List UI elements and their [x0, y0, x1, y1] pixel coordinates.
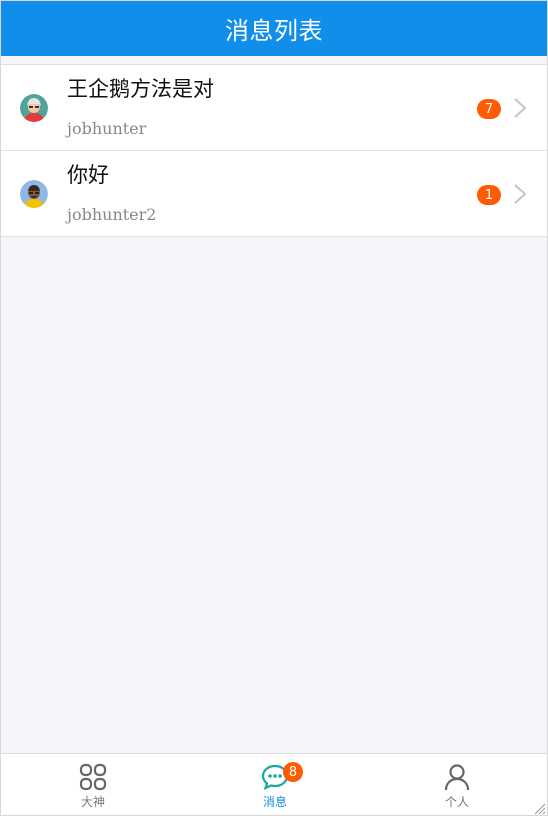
bottom-tab-bar: 大神 消息 8 个人 — [1, 753, 547, 815]
message-username: jobhunter2 — [67, 205, 157, 224]
unread-badge: 1 — [477, 185, 501, 205]
grid-icon — [79, 754, 107, 795]
chevron-right-icon — [512, 183, 528, 205]
message-item[interactable]: 王企鹅方法是对 jobhunter 7 — [1, 65, 547, 150]
tab-label: 个人 — [444, 795, 469, 809]
avatar — [20, 180, 48, 208]
page-title: 消息列表 — [1, 1, 547, 56]
unread-badge: 7 — [477, 99, 501, 119]
person-icon — [443, 754, 471, 795]
chevron-right-icon — [512, 97, 528, 119]
tab-label: 消息 — [262, 795, 287, 809]
message-username: jobhunter — [67, 119, 147, 138]
avatar — [20, 94, 48, 122]
resize-handle-icon[interactable] — [532, 800, 546, 815]
tab-messages[interactable]: 消息 8 — [235, 754, 315, 815]
tab-profile[interactable]: 个人 — [417, 754, 497, 815]
message-title: 王企鹅方法是对 — [67, 77, 214, 101]
tab-label: 大神 — [80, 795, 105, 809]
tab-dashen[interactable]: 大神 — [53, 754, 133, 815]
message-list: 王企鹅方法是对 jobhunter 7 你好 jobhunter2 1 — [1, 64, 547, 237]
message-item[interactable]: 你好 jobhunter2 1 — [1, 150, 547, 236]
message-title: 你好 — [67, 163, 109, 187]
app-frame: 消息列表 王企鹅方法是对 jobhunter 7 你好 jobhunter2 1… — [0, 0, 548, 816]
tab-badge: 8 — [283, 762, 303, 782]
